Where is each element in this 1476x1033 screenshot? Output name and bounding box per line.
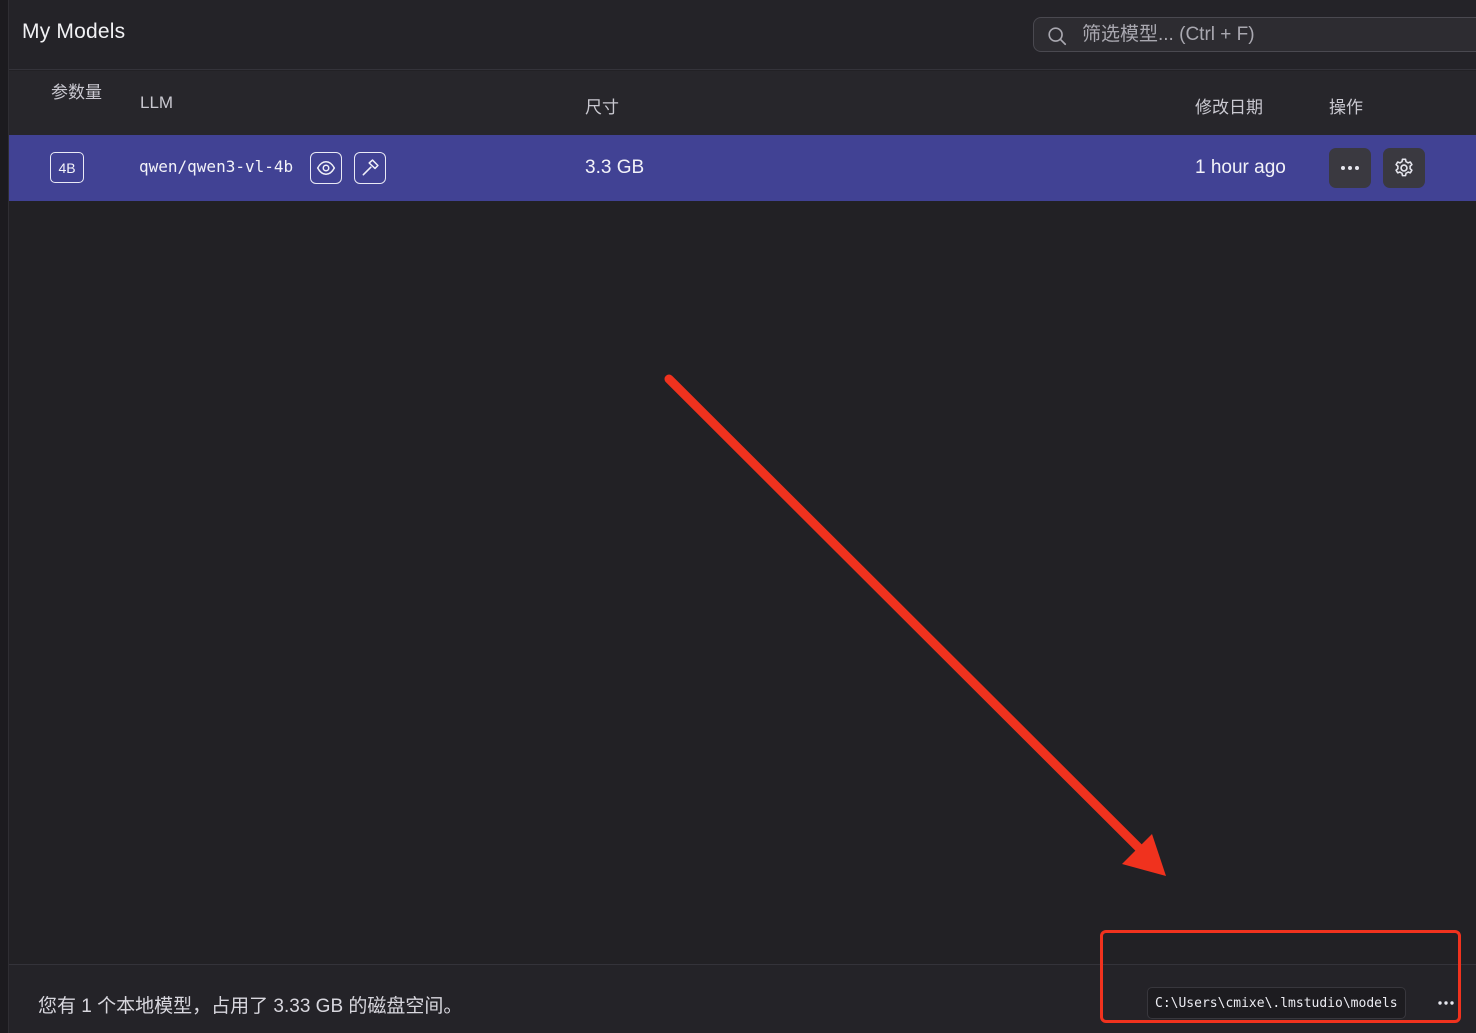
- search-icon: [1048, 27, 1067, 46]
- column-header-size[interactable]: 尺寸: [585, 93, 619, 118]
- hammer-icon: [354, 152, 386, 184]
- left-edge-divider: [0, 0, 9, 1033]
- search-box[interactable]: [1033, 17, 1476, 52]
- search-input[interactable]: [1082, 18, 1476, 51]
- column-header-actions: 操作: [1329, 98, 1363, 117]
- model-name: qwen/qwen3-vl-4b: [139, 157, 294, 176]
- footer-bar: 您有 1 个本地模型，占用了 3.33 GB 的磁盘空间。 C:\Users\c…: [9, 964, 1476, 1033]
- gear-icon: [1395, 158, 1413, 177]
- disk-usage-summary: 您有 1 个本地模型，占用了 3.33 GB 的磁盘空间。: [38, 996, 463, 1017]
- footer-more-button[interactable]: [1433, 991, 1459, 1015]
- column-header-params[interactable]: 参数量: [51, 78, 102, 103]
- model-more-button[interactable]: [1329, 148, 1371, 188]
- page-title: My Models: [22, 20, 126, 43]
- model-settings-button[interactable]: [1383, 148, 1425, 188]
- model-size: 3.3 GB: [585, 157, 645, 178]
- more-horizontal-icon: [1341, 166, 1359, 170]
- page-header: My Models: [9, 0, 1476, 70]
- model-modified-date: 1 hour ago: [1195, 157, 1286, 178]
- table-header: 参数量 LLM 尺寸 修改日期 操作: [9, 71, 1476, 135]
- more-horizontal-icon: [1438, 1001, 1454, 1005]
- column-header-modified[interactable]: 修改日期: [1195, 93, 1263, 118]
- eye-icon: [310, 152, 342, 184]
- param-count-badge: 4B: [50, 152, 84, 183]
- table-row[interactable]: 4B qwen/qwen3-vl-4b 3.3 GB 1 hour ago: [9, 135, 1476, 201]
- column-header-llm[interactable]: LLM: [140, 93, 173, 113]
- models-directory-path[interactable]: C:\Users\cmixe\.lmstudio\models: [1147, 987, 1406, 1019]
